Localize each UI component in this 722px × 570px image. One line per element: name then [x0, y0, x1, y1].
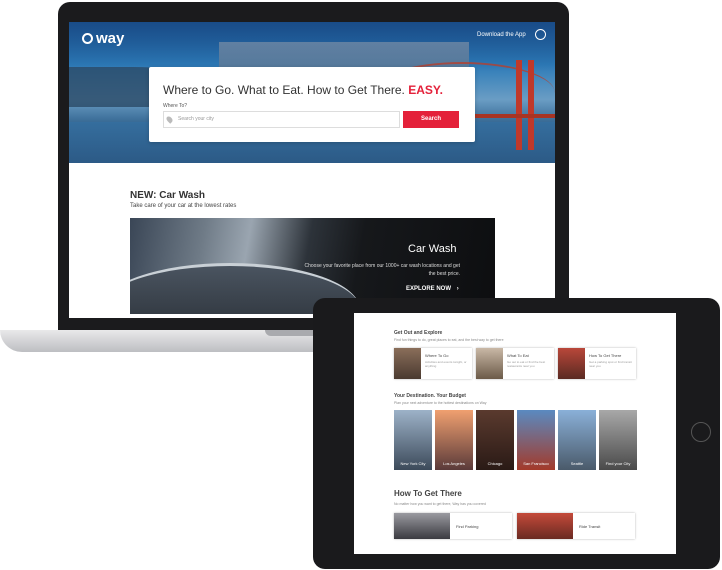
logo-pin-icon: [82, 33, 93, 44]
search-input[interactable]: Search your city: [163, 111, 400, 128]
city-tile[interactable]: Find your City: [599, 410, 637, 470]
explore-title: Get Out and Explore: [394, 330, 443, 336]
search-placeholder: Search your city: [178, 116, 214, 122]
get-there-card[interactable]: Ride Transit: [517, 513, 635, 539]
city-tile[interactable]: Los Angeles: [435, 410, 473, 470]
hero-banner: way Download the App Where to Go. What t…: [69, 22, 555, 163]
city-tile[interactable]: Chicago: [476, 410, 514, 470]
explore-subtitle: Find fun things to do, great places to e…: [394, 338, 504, 342]
get-there-title: How To Get There: [394, 489, 462, 498]
tablet-screen: Get Out and Explore Find fun things to d…: [354, 313, 676, 554]
section-title: NEW: Car Wash: [130, 190, 206, 201]
city-label: Find your City: [605, 461, 631, 466]
destination-title: Your Destination. Your Budget: [394, 393, 466, 399]
headline-accent: EASY.: [408, 83, 443, 97]
city-label: Seattle: [570, 461, 584, 466]
card-desc: Activities and events tonight, or anythi…: [425, 360, 467, 368]
city-label: Los Angeles: [443, 461, 465, 466]
explore-card[interactable]: How To Get There Get a parking spot or f…: [558, 348, 636, 379]
explore-card[interactable]: Where To Go Activities and events tonigh…: [394, 348, 472, 379]
search-button[interactable]: Search: [403, 111, 459, 128]
card-image: [394, 513, 450, 539]
download-app-link[interactable]: Download the App: [477, 32, 526, 38]
city-label: Chicago: [487, 461, 503, 466]
explore-now-label: EXPLORE NOW: [406, 286, 452, 292]
search-card: Where to Go. What to Eat. How to Get The…: [149, 67, 475, 142]
card-title: Find Parking: [456, 524, 479, 529]
headline-text: Where to Go. What to Eat. How to Get The…: [163, 83, 405, 97]
card-desc: Go out to eat or find the best restauran…: [507, 360, 546, 368]
card-title: Ride Transit: [579, 524, 601, 529]
tablet-home-button: [691, 422, 711, 442]
city-label: San Francisco: [523, 461, 549, 466]
city-tile[interactable]: San Francisco: [517, 410, 555, 470]
where-label: Where To?: [163, 103, 188, 109]
card-title: What To Eat: [507, 353, 529, 358]
banner-description: Choose your favorite place from our 1000…: [304, 263, 460, 277]
card-desc: Get a parking spot or find transit near …: [589, 360, 632, 368]
card-image: [558, 348, 585, 379]
city-tile[interactable]: Seattle: [558, 410, 596, 470]
destination-subtitle: Plan your next adventure to the hottest …: [394, 401, 487, 405]
card-image: [476, 348, 503, 379]
city-tile[interactable]: New York City: [394, 410, 432, 470]
location-pin-icon: [165, 115, 174, 124]
bridge-tower: [528, 60, 534, 150]
logo-text: way: [96, 30, 125, 47]
banner-title: Car Wash: [408, 243, 457, 255]
city-label: New York City: [400, 461, 426, 466]
get-there-card[interactable]: Find Parking: [394, 513, 512, 539]
get-there-subtitle: No matter how you want to get there, Way…: [394, 502, 486, 506]
explore-card[interactable]: What To Eat Go out to eat or find the be…: [476, 348, 554, 379]
bridge-tower: [516, 60, 522, 150]
tablet-device: Get Out and Explore Find fun things to d…: [313, 298, 720, 569]
headline: Where to Go. What to Eat. How to Get The…: [163, 83, 443, 97]
explore-now-link[interactable]: EXPLORE NOW ›: [406, 286, 459, 292]
menu-icon[interactable]: [535, 29, 546, 40]
section-subtitle: Take care of your car at the lowest rate…: [130, 203, 237, 209]
card-image: [394, 348, 421, 379]
card-image: [517, 513, 573, 539]
laptop-screen: way Download the App Where to Go. What t…: [69, 22, 555, 318]
chevron-right-icon: ›: [456, 286, 459, 292]
card-title: Where To Go: [425, 353, 449, 358]
way-logo[interactable]: way: [82, 30, 124, 47]
card-title: How To Get There: [589, 353, 622, 358]
